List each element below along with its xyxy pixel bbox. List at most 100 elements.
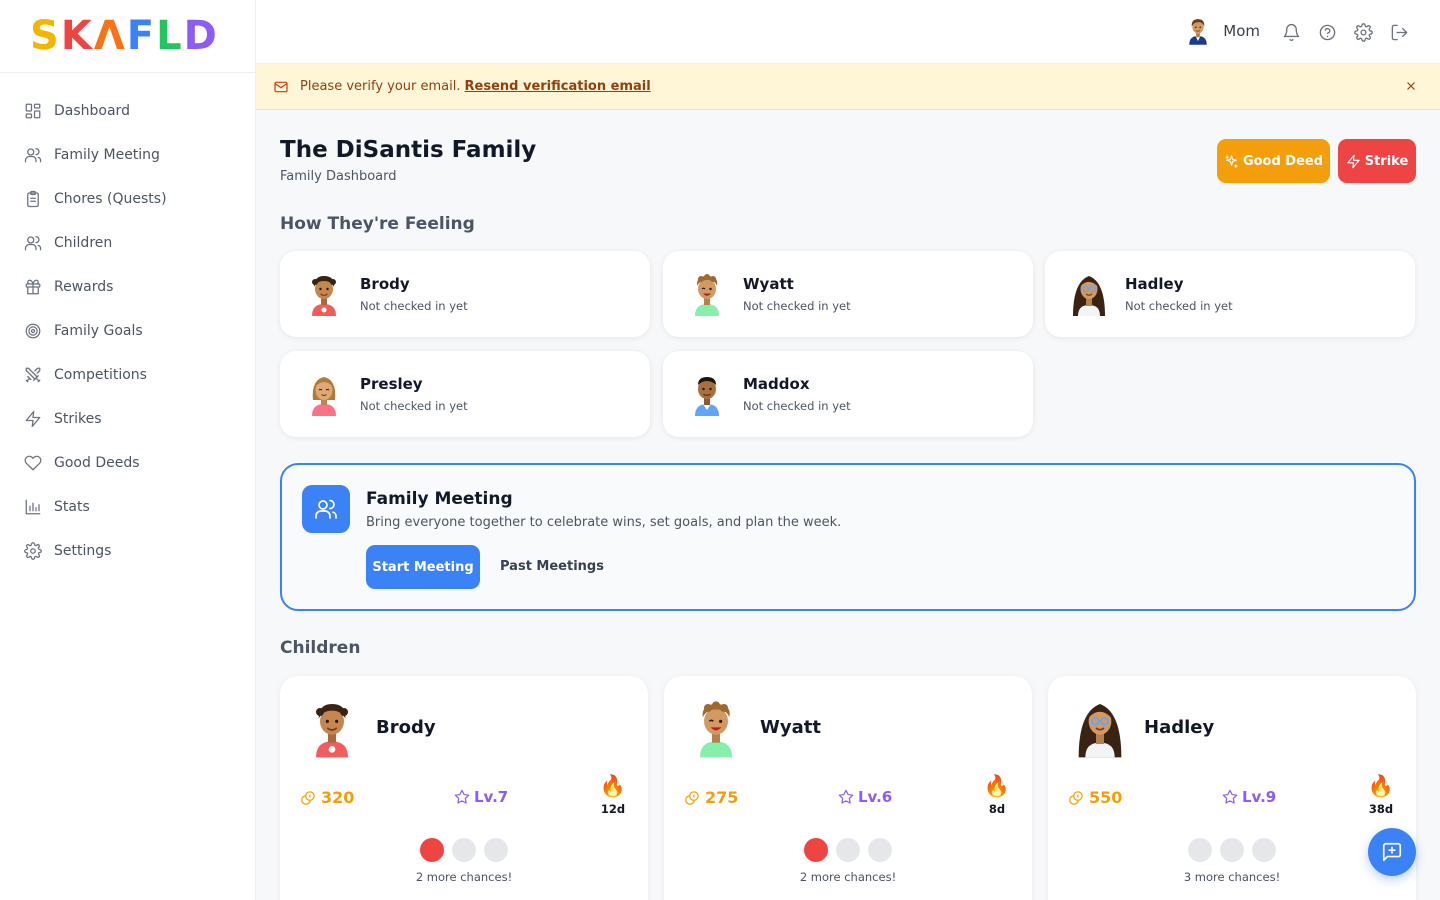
heart-icon [24,454,42,472]
user-menu[interactable]: Mom [1183,16,1260,46]
bell-icon[interactable] [1280,21,1302,43]
chances-text: 2 more chances! [799,870,897,884]
level-label: Lv.7 [474,788,509,806]
resend-verification-link[interactable]: Resend verification email [465,79,651,94]
checkin-status: Not checked in yet [743,399,851,413]
bar-chart-icon [24,498,42,516]
streak-display: 🔥 12d [598,774,628,816]
past-meetings-button[interactable]: Past Meetings [500,559,604,574]
strike-dot-empty [1252,838,1276,862]
avatar [1067,270,1111,318]
sidebar-item-good-deeds[interactable]: Good Deeds [0,441,255,485]
avatar [1070,696,1130,760]
chances-text: 3 more chances! [1183,870,1281,884]
logo-letter: S [30,13,61,59]
streak-display: 🔥 8d [982,774,1012,816]
level-display: Lv.7 [454,788,508,806]
sidebar-item-label: Dashboard [54,103,130,119]
level-label: Lv.9 [1242,788,1277,806]
gear-icon [24,542,42,560]
logout-icon[interactable] [1388,21,1410,43]
coin-count: 320 [321,788,355,807]
sidebar-item-strikes[interactable]: Strikes [0,397,255,441]
feeling-card-brody[interactable]: Brody Not checked in yet [280,251,650,337]
coins-icon [1069,791,1083,805]
avatar [1183,16,1213,46]
sidebar-item-dashboard[interactable]: Dashboard [0,89,255,133]
star-icon [838,789,854,804]
sidebar-item-stats[interactable]: Stats [0,485,255,529]
sidebar-item-children[interactable]: Children [0,221,255,265]
start-meeting-button[interactable]: Start Meeting [366,545,480,589]
sidebar-item-label: Family Goals [54,323,143,339]
sidebar-item-family-goals[interactable]: Family Goals [0,309,255,353]
app-logo[interactable]: S K Λ F L D [0,0,255,73]
sidebar-item-label: Children [54,235,113,251]
sidebar-item-rewards[interactable]: Rewards [0,265,255,309]
strike-dots [280,838,648,862]
child-name: Hadley [1144,717,1215,738]
feeling-card-maddox[interactable]: Maddox Not checked in yet [663,351,1033,437]
avatar [302,370,346,418]
family-meeting-card: Family Meeting Bring everyone together t… [280,463,1416,611]
child-card-wyatt[interactable]: Wyatt 275 Lv.6 🔥 8d 2 more chances! [664,676,1032,900]
clipboard-icon [24,190,42,208]
strike-button[interactable]: Strike [1338,139,1416,183]
sidebar-item-settings[interactable]: Settings [0,529,255,573]
verify-email-banner: Please verify your email. Resend verific… [256,64,1440,110]
sidebar-nav: Dashboard Family Meeting Chores (Quests)… [0,73,255,573]
page-subtitle: Family Dashboard [280,169,397,184]
feedback-fab[interactable] [1368,828,1416,876]
coin-count: 550 [1089,788,1123,807]
strike-dot-empty [868,838,892,862]
feeling-card-presley[interactable]: Presley Not checked in yet [280,351,650,437]
child-card-brody[interactable]: Brody 320 Lv.7 🔥 12d 2 more chances! [280,676,648,900]
strike-dot-empty [1220,838,1244,862]
flame-icon: 🔥 [1367,774,1395,798]
coins-display: 275 [684,788,738,807]
good-deed-label: Good Deed [1242,153,1324,169]
level-display: Lv.6 [838,788,892,806]
banner-text: Please verify your email. [300,79,461,94]
checkin-status: Not checked in yet [360,399,468,413]
sidebar-item-label: Good Deeds [54,455,140,471]
strike-dot-empty [484,838,508,862]
logo-letter: F [126,13,157,59]
streak-days: 38d [1368,802,1394,816]
flame-icon: 🔥 [599,774,627,798]
strike-dots [664,838,1032,862]
strike-dot-filled [804,838,828,862]
sidebar-item-label: Settings [54,543,112,559]
chances-text: 2 more chances! [415,870,513,884]
user-name: Mom [1223,22,1260,40]
feeling-card-hadley[interactable]: Hadley Not checked in yet [1045,251,1415,337]
flame-icon: 🔥 [983,774,1011,798]
children-section-title: Children [280,638,361,658]
checkin-status: Not checked in yet [743,299,851,313]
feeling-card-wyatt[interactable]: Wyatt Not checked in yet [663,251,1033,337]
strike-dot-empty [836,838,860,862]
checkin-status: Not checked in yet [1125,299,1233,313]
help-icon[interactable] [1316,21,1338,43]
sidebar-item-label: Competitions [54,367,147,383]
logo-letter: L [156,13,184,59]
logo-letter: K [60,13,94,59]
sidebar-item-chores[interactable]: Chores (Quests) [0,177,255,221]
sidebar-item-label: Chores (Quests) [54,191,167,207]
close-icon[interactable] [1404,79,1420,95]
child-card-hadley[interactable]: Hadley 550 Lv.9 🔥 38d 3 more chances! [1048,676,1416,900]
gear-icon[interactable] [1352,21,1374,43]
top-bar: Mom [256,0,1440,64]
users-icon [24,146,42,164]
avatar [686,696,746,760]
strike-dot-filled [420,838,444,862]
good-deed-button[interactable]: Good Deed [1217,139,1330,183]
sidebar: S K Λ F L D Dashboard Family Meeting Cho… [0,0,256,900]
sidebar-item-family-meeting[interactable]: Family Meeting [0,133,255,177]
level-display: Lv.9 [1222,788,1276,806]
avatar [302,270,346,318]
sidebar-item-competitions[interactable]: Competitions [0,353,255,397]
logo-letter: D [183,13,219,59]
mail-icon [273,79,289,95]
lightning-icon [24,410,42,428]
